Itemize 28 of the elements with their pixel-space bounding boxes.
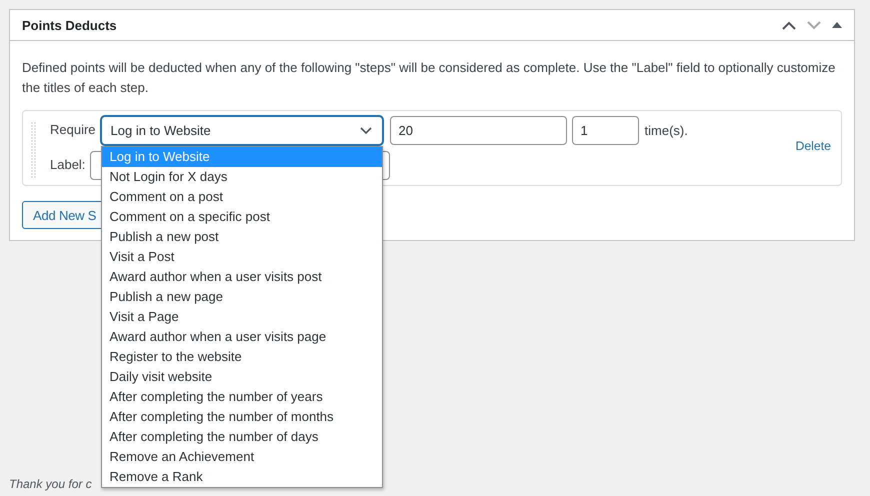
collapse-icon[interactable] xyxy=(832,22,842,28)
dropdown-option[interactable]: Remove a Rank xyxy=(102,467,382,487)
dropdown-option[interactable]: Remove an Achievement xyxy=(102,447,382,467)
dropdown-option[interactable]: After completing the number of months xyxy=(102,407,382,427)
dropdown-option[interactable]: Not Login for X days xyxy=(102,167,382,187)
points-field[interactable]: 20 xyxy=(390,116,567,145)
dropdown-option[interactable]: Visit a Post xyxy=(102,247,382,267)
dropdown-option[interactable]: After completing the number of days xyxy=(102,427,382,447)
dropdown-option[interactable]: Award author when a user visits post xyxy=(102,267,382,287)
dropdown-option[interactable]: Register to the website xyxy=(102,347,382,367)
dropdown-option[interactable]: Award author when a user visits page xyxy=(102,327,382,347)
drag-handle-icon[interactable] xyxy=(31,120,36,178)
description: Defined points will be deducted when any of the following "steps" will be considered as complete. Use the "Label" field to optionally customize the titles of each step. xyxy=(22,59,836,97)
footer-text: Thank you for c xyxy=(9,477,92,491)
times-suffix: time(s). xyxy=(644,122,688,138)
dropdown-option[interactable]: Daily visit website xyxy=(102,367,382,387)
dropdown-option[interactable]: Publish a new page xyxy=(102,287,382,307)
dropdown-option[interactable]: Publish a new post xyxy=(102,227,382,247)
trigger-select[interactable]: Log in to Website xyxy=(100,116,383,145)
move-up-icon[interactable] xyxy=(782,20,796,30)
require-label: Require xyxy=(50,121,96,137)
dropdown-option[interactable]: After completing the number of years xyxy=(102,387,382,407)
label-label: Label: xyxy=(50,156,86,172)
chevron-down-icon xyxy=(360,126,372,134)
dropdown-option[interactable]: Visit a Page xyxy=(102,307,382,327)
times-field[interactable]: 1 xyxy=(572,116,639,145)
panel-title: Points Deducts xyxy=(22,18,117,32)
delete-link[interactable]: Delete xyxy=(795,139,831,153)
